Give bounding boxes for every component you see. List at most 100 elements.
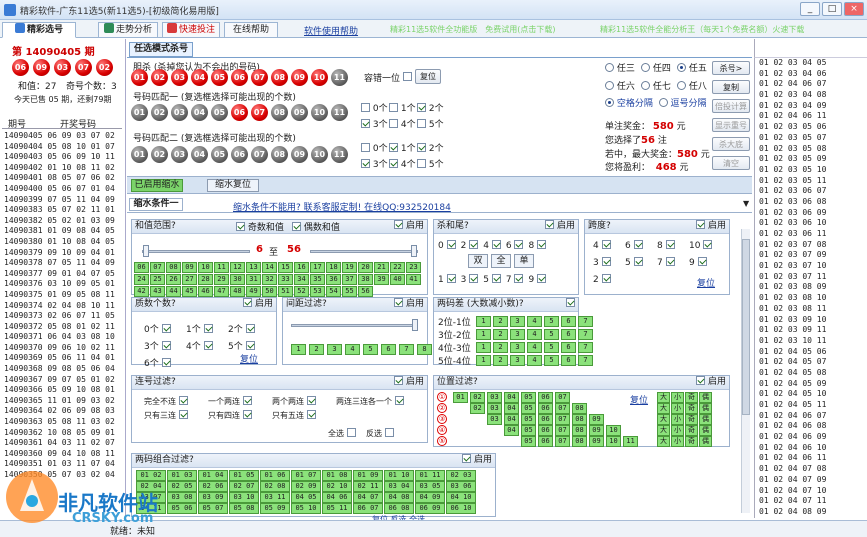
span-option[interactable]: 6 [625,240,657,251]
enable-checkbox[interactable] [394,298,404,307]
sum-number-cell[interactable]: 09 [182,262,197,273]
enable-checkbox[interactable] [462,454,472,463]
result-row[interactable]: 01 02 03 05 07 [755,133,867,144]
sum-number-cell[interactable]: 11 [214,262,229,273]
sum-number-cell[interactable]: 46 [198,286,213,297]
number-ball[interactable]: 10 [311,69,328,86]
option-checkbox[interactable] [346,428,356,437]
diff-row[interactable]: 2位-1位 1 2 3 4 5 6 7 [438,315,593,328]
history-row[interactable]: 14090361 04 03 11 02 07 [4,438,116,449]
tail-checkbox[interactable] [537,274,547,283]
position-cell[interactable]: 08 [572,425,587,436]
enable-checkbox[interactable] [696,220,706,229]
position-cell[interactable]: 06 [538,425,553,436]
consec-opt-3[interactable]: 两连三连各一个 [336,396,404,407]
gap-enable[interactable]: 启用 [394,298,424,311]
diff-cell[interactable]: 6 [561,354,576,366]
sum-number-cell[interactable]: 10 [198,262,213,273]
position-cell[interactable]: 06 [538,403,553,414]
gap-cell[interactable]: 6 [381,344,396,355]
pair-cell[interactable]: 04 05 [291,492,321,503]
position-cell[interactable]: 06 [538,392,553,403]
option-checkbox[interactable] [306,410,316,419]
result-row[interactable]: 01 02 03 10 11 [755,336,867,347]
history-row[interactable]: 14090364 02 06 09 08 03 [4,406,116,417]
number-ball[interactable]: 06 [231,104,248,121]
count-option[interactable]: 5个 [417,157,445,170]
space-sep-radio[interactable] [605,98,614,107]
number-ball[interactable]: 01 [131,146,148,163]
sum-number-cell[interactable]: 26 [166,274,181,285]
history-row[interactable]: 14090400 05 06 07 01 04 [4,184,116,195]
position-cell[interactable]: 07 [555,403,570,414]
consec-select-all[interactable]: 全选 [328,428,356,439]
tail-option[interactable]: 1 [438,274,456,285]
maximize-button[interactable]: □ [822,2,842,16]
number-ball[interactable]: 01 [131,104,148,121]
prime-option[interactable]: 2个 [228,322,270,335]
tab-trend[interactable]: 走势分析 [98,22,158,38]
diff-cell[interactable]: 2 [493,341,508,353]
tab-filter-enabled[interactable]: 已启用缩水 [131,179,183,192]
diff-cell[interactable]: 2 [493,354,508,366]
result-row[interactable]: 01 02 04 05 08 [755,368,867,379]
sum-number-cell[interactable]: 55 [342,286,357,297]
bsoe-cell[interactable]: 大 [657,414,670,425]
prime-option[interactable]: 0个 [144,322,186,335]
history-row[interactable]: 14090374 02 04 08 10 11 [4,301,116,312]
number-ball[interactable]: 05 [211,69,228,86]
gap-slider[interactable] [291,319,418,331]
enable-checkbox[interactable] [394,376,404,385]
result-row[interactable]: 01 02 04 06 07 [755,411,867,422]
kill-tail-buttons[interactable]: 双全单 [468,254,534,268]
option-checkbox[interactable] [384,428,394,437]
diff-cell[interactable]: 7 [578,354,593,366]
result-row[interactable]: 01 02 03 07 08 [755,240,867,251]
sum-number-cell[interactable]: 32 [262,274,277,285]
tab-help[interactable]: 在线帮助 [224,22,278,38]
history-row[interactable]: 14090371 06 04 03 08 10 [4,332,116,343]
option-checkbox[interactable] [394,396,404,405]
consec-opt-5[interactable]: 只有四连 [208,410,252,421]
diff-row[interactable]: 5位-4位 1 2 3 4 5 6 7 [438,354,593,367]
tail-checkbox[interactable] [446,274,456,283]
result-row[interactable]: 01 02 03 05 11 [755,176,867,187]
diff-cell[interactable]: 2 [493,328,508,340]
pick-option[interactable]: 任五 [677,61,713,74]
count-option[interactable]: 4个 [389,117,417,130]
tail-quick-button[interactable]: 双 [468,254,488,268]
pick-options[interactable]: 任三 任四 任五 任六 任七 任八 [605,61,715,97]
history-row[interactable]: 14090370 09 06 10 02 11 [4,343,116,354]
tail-checkbox[interactable] [537,240,547,249]
position-cell[interactable]: 05 [521,403,536,414]
number-ball[interactable]: 10 [311,146,328,163]
pick-option[interactable]: 任四 [641,61,677,74]
span-option[interactable]: 9 [689,257,721,268]
pair-cell[interactable]: 04 07 [353,492,383,503]
sum-number-cell[interactable]: 17 [310,262,325,273]
result-row[interactable]: 01 02 03 04 05 [755,58,867,69]
diff-cell[interactable]: 3 [510,354,525,366]
sum-number-cell[interactable]: 19 [342,262,357,273]
pair-cell[interactable]: 01 04 [198,470,228,481]
history-list[interactable]: 14090405 06 09 03 07 02 14090404 05 08 10… [4,131,116,481]
history-row[interactable]: 14090399 07 05 11 04 09 [4,195,116,206]
sum-number-cell[interactable]: 51 [278,286,293,297]
consec-opt-6[interactable]: 只有五连 [272,410,316,421]
result-row[interactable]: 01 02 03 04 09 [755,101,867,112]
position-row[interactable]: ③ 03 04 05 06 07 08 09 大小奇偶 [437,414,727,425]
pick-radio[interactable] [677,81,686,90]
count-option[interactable]: 1个 [389,101,417,114]
position-cell[interactable]: 07 [555,392,570,403]
sum-number-cell[interactable]: 30 [230,274,245,285]
sum-number-cell[interactable]: 22 [390,262,405,273]
option-checkbox[interactable] [306,396,316,405]
pair-cell[interactable]: 02 10 [322,481,352,492]
slider-thumb[interactable] [411,245,417,257]
diff-cell[interactable]: 7 [578,315,593,327]
bsoe-cell[interactable]: 偶 [699,403,712,414]
position-cell[interactable]: 09 [589,414,604,425]
result-row[interactable]: 01 02 04 07 11 [755,496,867,507]
count-option[interactable]: 2个 [417,141,445,154]
bsoe-cell[interactable]: 偶 [699,414,712,425]
